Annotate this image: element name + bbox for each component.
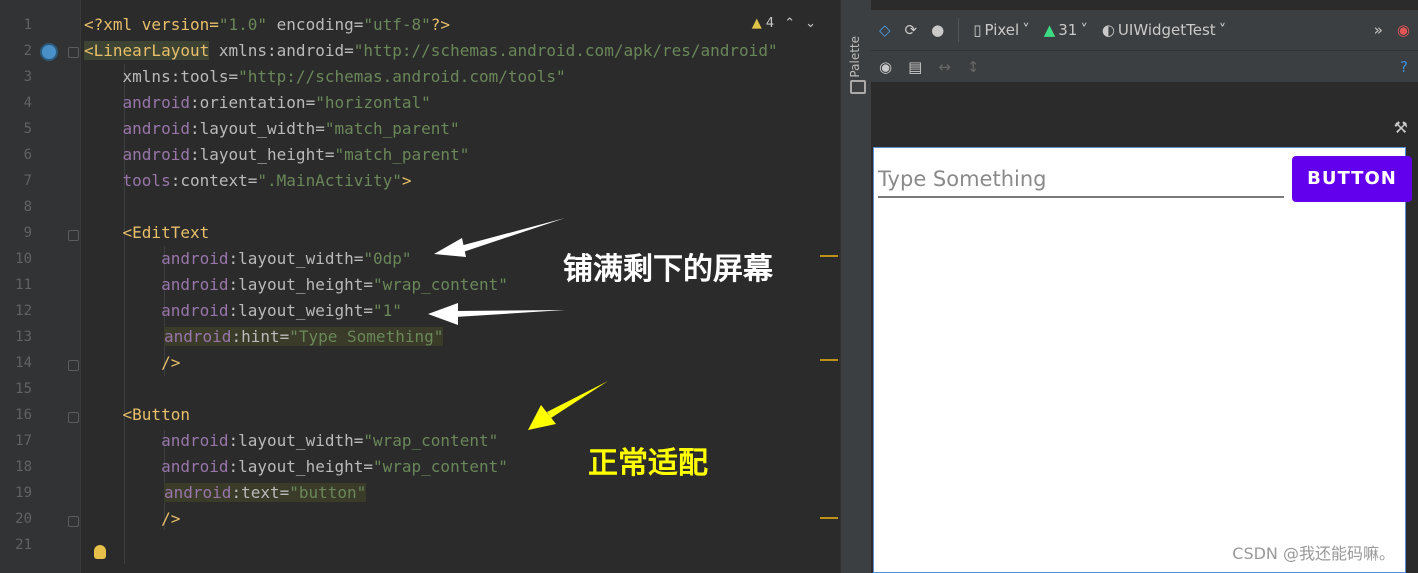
wrench-icon[interactable]: ⚒ [1394,118,1408,137]
error-icon[interactable]: ◉ [1397,21,1410,39]
help-icon[interactable]: ? [1400,58,1408,76]
phone-icon: ▯ [973,21,982,39]
eye-icon[interactable]: ◉ [879,58,892,76]
code-editor[interactable]: 1 2 3 4 5 6 7 8 9 10 11 12 13 14 15 16 1… [0,0,840,573]
yellow-arrow-head [528,405,556,430]
theme-label: UIWidgetTest [1117,21,1216,39]
watermark: CSDN @我还能码嘛。 [1232,544,1395,563]
layers-icon[interactable]: ◇ [879,21,891,39]
chevron-down-icon: ˅ [1022,21,1030,39]
device-selector[interactable]: ▯ Pixel ˅ [973,21,1029,39]
api-label: 31 [1058,21,1078,39]
toolbar-divider [958,18,960,42]
yellow-arrow-shaft [547,381,608,418]
annotation-fill-remaining: 铺满剩下的屏幕 [563,252,773,287]
white-arrow-shaft [455,310,565,317]
chevron-down-icon: ˅ [1218,21,1227,39]
blueprint-icon[interactable]: ▤ [908,58,922,76]
vertical-resize-icon[interactable]: ↕ [967,58,980,76]
layout-design-panel: ◇ ⟳ ● ▯ Pixel ˅ ▲ 31 ˅ ◐ UIWidgetTest ˅ » ◉ ◉ … [871,0,1418,573]
palette-icon[interactable] [850,80,866,94]
white-arrow-head [434,238,466,257]
theme-circle-icon: ◐ [1101,21,1115,39]
device-label: Pixel [984,21,1020,39]
api-selector[interactable]: ▲ 31 ˅ [1044,21,1088,39]
chevron-down-icon: ˅ [1080,21,1088,39]
orientation-icon[interactable]: ⟳ [905,21,918,39]
theme-icon[interactable]: ● [931,21,944,39]
design-toolbar: ◇ ⟳ ● ▯ Pixel ˅ ▲ 31 ˅ ◐ UIWidgetTest ˅ » ◉ [871,10,1418,50]
horizontal-resize-icon[interactable]: ↔ [938,58,951,76]
android-icon: ▲ [1043,21,1056,39]
theme-selector[interactable]: ◐ UIWidgetTest ˅ [1102,21,1226,39]
palette-label: Palette [848,36,862,78]
annotation-normal-fit: 正常适配 [588,446,708,481]
design-secondary-toolbar: ◉ ▤ ↔ ↕ ? [871,50,1418,82]
button-preview[interactable]: BUTTON [1292,156,1412,202]
white-arrow-shaft [460,218,565,252]
edittext-preview[interactable]: Type Something [878,162,1284,198]
device-preview: Type Something BUTTON CSDN @我还能码嘛。 [873,147,1412,573]
more-icon[interactable]: » [1374,21,1383,39]
palette-tab[interactable]: Palette [840,0,871,573]
white-arrow-head [428,303,458,325]
